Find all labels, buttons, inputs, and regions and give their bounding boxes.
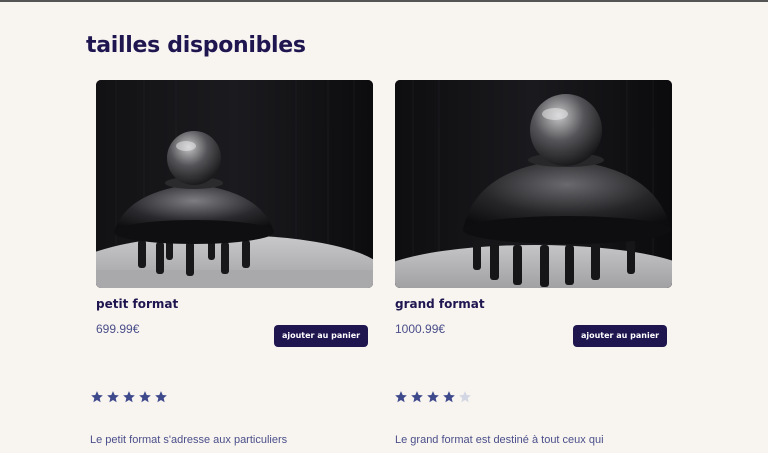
star-icon (443, 391, 455, 403)
product-price: 1000.99€ (395, 322, 446, 336)
star-icon (395, 391, 407, 403)
add-to-cart-button[interactable]: ajouter au panier (274, 325, 368, 347)
product-image-grand[interactable] (395, 80, 672, 288)
device-photo (395, 80, 672, 288)
product-image-petit[interactable] (96, 80, 373, 288)
star-icon (411, 391, 423, 403)
star-icon (459, 391, 471, 403)
rating-stars-petit (90, 390, 168, 404)
star-icon (427, 391, 439, 403)
product-price: 699.99€ (96, 322, 140, 336)
add-to-cart-button[interactable]: ajouter au panier (573, 325, 667, 347)
product-name: grand format (395, 297, 485, 311)
device-photo (96, 80, 373, 288)
product-description: Le petit format s'adresse aux particulie… (90, 434, 288, 446)
product-card-grand: grand format 1000.99€ ajouter au panier (395, 80, 672, 357)
section-title: tailles disponibles (86, 33, 306, 58)
product-name: petit format (96, 297, 179, 311)
star-icon (107, 391, 119, 403)
star-icon (139, 391, 151, 403)
star-icon (123, 391, 135, 403)
top-border (0, 0, 768, 2)
product-card-petit: petit format 699.99€ ajouter au panier (96, 80, 373, 357)
star-icon (91, 391, 103, 403)
product-description: Le grand format est destiné à tout ceux … (395, 434, 604, 446)
star-icon (155, 391, 167, 403)
rating-stars-grand (394, 390, 472, 404)
